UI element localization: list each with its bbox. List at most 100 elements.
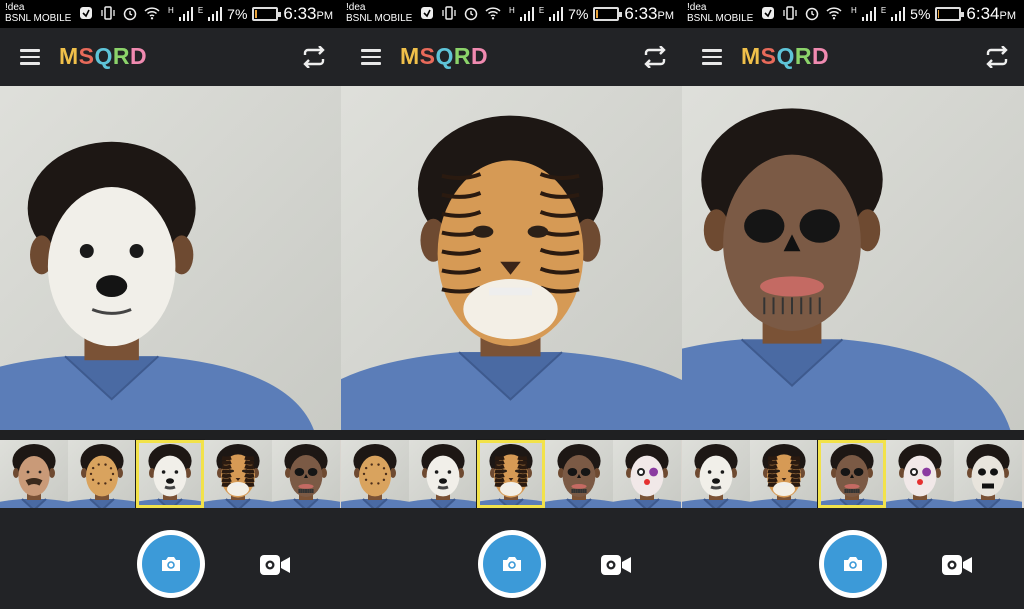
filter-thumb-skull[interactable] xyxy=(817,439,887,509)
video-camera-icon[interactable] xyxy=(941,554,973,576)
network-type-2: E xyxy=(538,5,545,15)
notification-icon xyxy=(421,7,433,19)
alarm-icon xyxy=(123,7,137,21)
vibrate-icon xyxy=(101,6,115,20)
face-tiger-preview xyxy=(341,86,682,430)
face-dog-preview xyxy=(0,86,341,430)
notification-icons xyxy=(78,5,160,21)
battery-fill xyxy=(255,10,258,18)
signal-icon xyxy=(178,7,193,21)
face-skull-preview xyxy=(682,86,1024,430)
signal-icon xyxy=(549,7,564,21)
clock-ampm: PM xyxy=(657,10,675,22)
capture-photo-button[interactable] xyxy=(137,530,205,598)
app-bar: MSQRD xyxy=(0,28,341,86)
app-logo: MSQRD xyxy=(400,43,489,69)
clock-ampm: PM xyxy=(316,10,334,22)
app-bar: MSQRD xyxy=(682,28,1024,86)
filter-thumb-clown[interactable] xyxy=(613,440,681,508)
status-right: H E 7% 6:33PM xyxy=(168,4,333,24)
carrier-label: !dea BSNL MOBILE xyxy=(687,2,753,24)
strip-divider xyxy=(0,430,341,440)
filter-thumb-dog[interactable] xyxy=(682,440,750,508)
filter-thumb-clown[interactable] xyxy=(886,440,954,508)
camera-preview[interactable] xyxy=(341,86,682,430)
video-camera-icon[interactable] xyxy=(600,554,632,576)
filter-thumb-none[interactable] xyxy=(0,440,68,508)
filter-strip xyxy=(0,439,341,509)
status-right: H E 5% 6:34PM xyxy=(851,4,1016,24)
filter-thumb-skull[interactable] xyxy=(545,440,613,508)
status-bar: !dea BSNL MOBILE H E 7% 6:33PM xyxy=(341,0,682,28)
app-bar: MSQRD xyxy=(341,28,682,86)
menu-icon[interactable] xyxy=(20,49,40,65)
vibrate-icon xyxy=(783,6,797,20)
filter-thumb-leopard[interactable] xyxy=(68,440,136,508)
camera-switch-icon[interactable] xyxy=(642,46,668,68)
filter-thumb-dog[interactable] xyxy=(135,439,205,509)
filter-thumb-dog[interactable] xyxy=(409,440,477,508)
filter-thumb-tiger[interactable] xyxy=(476,439,546,509)
filter-thumb-tiger[interactable] xyxy=(204,440,272,508)
app-screen-3: !dea BSNL MOBILE H E 5% 6:34PM MSQRD xyxy=(682,0,1024,609)
filter-strip xyxy=(682,439,1024,509)
alarm-icon xyxy=(805,7,819,21)
camera-icon xyxy=(142,535,200,593)
notification-icons xyxy=(760,5,842,21)
camera-switch-icon[interactable] xyxy=(301,46,327,68)
battery-percent: 7% xyxy=(568,6,589,22)
battery-percent: 5% xyxy=(910,6,931,22)
signal-icon xyxy=(208,7,223,21)
network-type-2: E xyxy=(880,5,887,15)
notification-icons xyxy=(419,5,501,21)
video-camera-icon[interactable] xyxy=(259,554,291,576)
carrier-label: !dea BSNL MOBILE xyxy=(346,2,412,24)
app-logo: MSQRD xyxy=(741,43,830,69)
battery-fill xyxy=(596,10,599,18)
capture-controls xyxy=(341,508,682,609)
carrier-top: !dea xyxy=(346,2,366,13)
clock-time: 6:34 xyxy=(966,4,1000,23)
app-screen-1: !dea BSNL MOBILE H E 7% 6:33PM MSQRD xyxy=(0,0,341,609)
carrier-label: !dea BSNL MOBILE xyxy=(5,2,71,24)
carrier-top: !dea xyxy=(687,2,707,13)
alarm-icon xyxy=(464,7,478,21)
battery-fill xyxy=(938,10,940,18)
capture-photo-button[interactable] xyxy=(478,530,546,598)
notification-icon xyxy=(762,7,774,19)
network-type-2: E xyxy=(197,5,204,15)
battery-icon xyxy=(252,7,282,21)
capture-controls xyxy=(682,508,1024,609)
network-type-1: H xyxy=(509,5,515,15)
menu-icon[interactable] xyxy=(702,49,722,65)
signal-icon xyxy=(861,7,876,21)
carrier-bottom: BSNL MOBILE xyxy=(5,13,72,24)
camera-switch-icon[interactable] xyxy=(984,46,1010,68)
battery-icon xyxy=(935,7,965,21)
notification-icon xyxy=(80,7,92,19)
camera-preview[interactable] xyxy=(682,86,1024,430)
status-right: H E 7% 6:33PM xyxy=(509,4,674,24)
clock-ampm: PM xyxy=(999,10,1017,22)
menu-icon[interactable] xyxy=(361,49,381,65)
clock-time: 6:33 xyxy=(624,4,658,23)
battery-icon xyxy=(593,7,623,21)
capture-photo-button[interactable] xyxy=(819,530,887,598)
filter-thumb-tiger[interactable] xyxy=(750,440,818,508)
strip-divider xyxy=(682,430,1024,440)
capture-controls xyxy=(0,508,341,609)
status-bar: !dea BSNL MOBILE H E 7% 6:33PM xyxy=(0,0,341,28)
wifi-icon xyxy=(144,7,160,20)
filter-strip xyxy=(341,439,682,509)
carrier-top: !dea xyxy=(5,2,25,13)
filter-thumb-skull[interactable] xyxy=(272,440,340,508)
status-bar: !dea BSNL MOBILE H E 5% 6:34PM xyxy=(682,0,1024,28)
clock: 6:33PM xyxy=(624,4,674,24)
filter-thumb-leopard[interactable] xyxy=(341,440,409,508)
vibrate-icon xyxy=(442,6,456,20)
wifi-icon xyxy=(826,7,842,20)
signal-icon xyxy=(519,7,534,21)
filter-thumb-skeleton[interactable] xyxy=(954,440,1022,508)
camera-preview[interactable] xyxy=(0,86,341,430)
network-type-1: H xyxy=(168,5,174,15)
